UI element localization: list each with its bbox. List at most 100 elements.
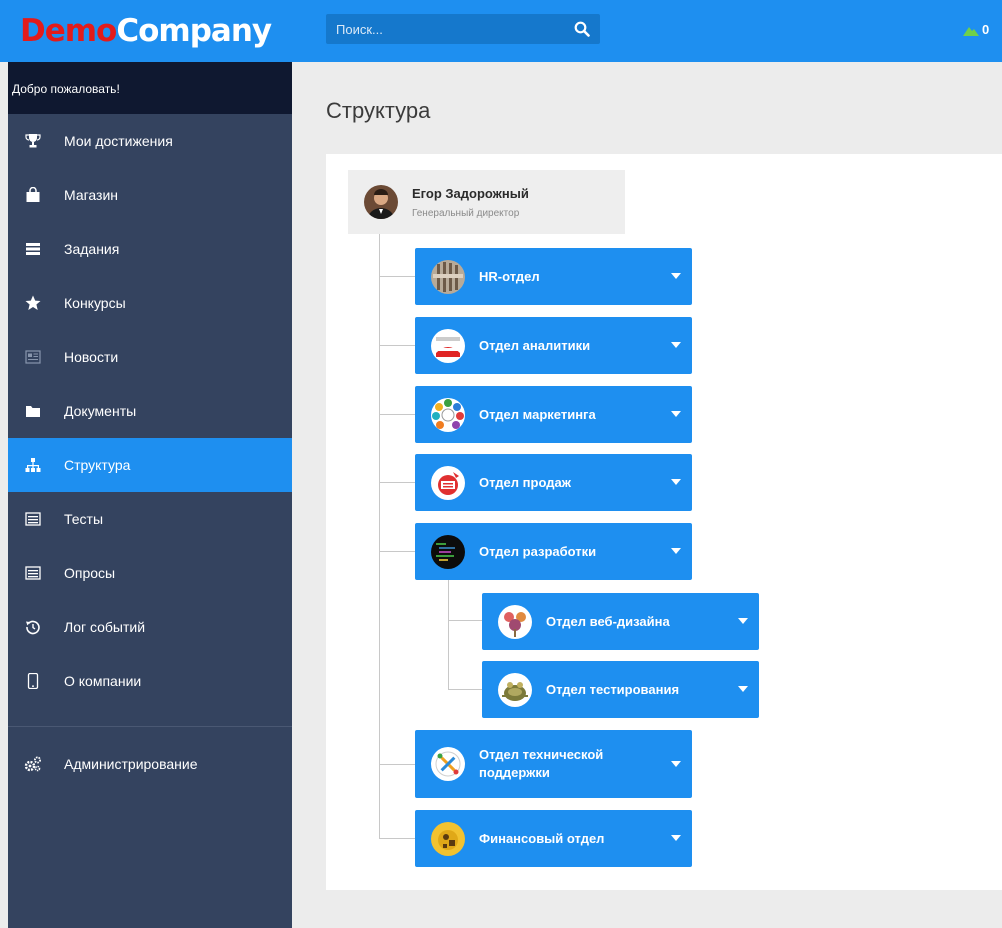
sidebar-item-polls[interactable]: Опросы <box>8 546 292 600</box>
page-title: Структура <box>326 98 431 123</box>
tasks-icon <box>24 240 42 258</box>
dept-marketing[interactable]: Отдел маркетинга <box>415 386 692 443</box>
avatar <box>498 673 532 707</box>
avatar <box>431 747 465 781</box>
sidebar-item-label: Опросы <box>64 565 116 581</box>
points-value: 0 <box>982 22 990 37</box>
chevron-down-icon[interactable] <box>670 340 682 350</box>
sidebar-item-label: О компании <box>64 673 142 689</box>
dept-label: Отдел веб-дизайна <box>546 613 670 629</box>
dept-label: Отдел разработки <box>479 543 597 559</box>
sidebar-item-label: Лог событий <box>64 619 146 635</box>
sidebar-item-label: Структура <box>64 457 131 473</box>
dept-hr[interactable]: HR-отдел <box>415 248 692 305</box>
dept-label: Отдел аналитики <box>479 337 591 353</box>
sidebar-item-documents[interactable]: Документы <box>8 384 292 438</box>
newspaper-icon <box>24 348 42 366</box>
search-input[interactable] <box>336 21 556 37</box>
points-counter[interactable]: 0 <box>963 22 989 37</box>
tree-line <box>379 234 380 838</box>
chevron-down-icon[interactable] <box>670 409 682 419</box>
sidebar-item-shop[interactable]: Магазин <box>8 168 292 222</box>
chevron-down-icon[interactable] <box>670 477 682 487</box>
chevron-down-icon[interactable] <box>670 833 682 843</box>
dept-label: Отдел маркетинга <box>479 406 596 422</box>
avatar <box>431 329 465 363</box>
dept-label: Отдел технической поддержки <box>479 747 604 780</box>
tree-line <box>379 276 415 277</box>
avatar <box>431 260 465 294</box>
ceo-card[interactable]: Егор Задорожный Генеральный директор <box>348 170 625 234</box>
tree-line <box>379 345 415 346</box>
avatar <box>431 535 465 569</box>
sidebar-item-label: Тесты <box>64 511 104 527</box>
avatar <box>364 185 398 219</box>
sidebar-item-structure[interactable]: Структура <box>8 438 292 492</box>
sidebar-item-label: Магазин <box>64 187 119 203</box>
tree-line <box>379 551 415 552</box>
avatar <box>431 466 465 500</box>
tree-line <box>379 482 415 483</box>
dept-tech-support[interactable]: Отдел технической поддержки <box>415 730 692 798</box>
list-icon <box>24 564 42 582</box>
dept-sales[interactable]: Отдел продаж <box>415 454 692 511</box>
chevron-down-icon[interactable] <box>737 684 749 694</box>
chevron-down-icon[interactable] <box>670 759 682 769</box>
history-icon <box>24 618 42 636</box>
dept-label: Финансовый отдел <box>479 830 605 846</box>
chevron-down-icon[interactable] <box>670 271 682 281</box>
dept-label: HR-отдел <box>479 268 540 284</box>
sidebar-item-label: Мои достижения <box>64 133 173 149</box>
ceo-name: Егор Задорожный <box>412 186 529 201</box>
chevron-down-icon[interactable] <box>670 546 682 556</box>
sidebar-divider <box>8 726 292 727</box>
sidebar-item-achievements[interactable]: Мои достижения <box>8 114 292 168</box>
sidebar-item-label: Задания <box>64 241 120 257</box>
avatar <box>498 605 532 639</box>
mountain-icon <box>963 26 979 36</box>
welcome-text: Добро пожаловать! <box>8 62 292 114</box>
sidebar-item-about[interactable]: О компании <box>8 654 292 708</box>
dept-label: Отдел продаж <box>479 474 571 490</box>
top-bar: DemoCompany 0 <box>0 0 1002 62</box>
tree-line <box>448 620 482 621</box>
list-icon <box>24 510 42 528</box>
dept-analytics[interactable]: Отдел аналитики <box>415 317 692 374</box>
shopping-bag-icon <box>24 186 42 204</box>
dept-finance[interactable]: Финансовый отдел <box>415 810 692 867</box>
phone-icon <box>24 672 42 690</box>
sidebar: Добро пожаловать! Мои достижения Магазин… <box>8 62 292 928</box>
ceo-role: Генеральный директор <box>412 208 520 219</box>
trophy-icon <box>24 132 42 150</box>
star-icon <box>24 294 42 312</box>
sidebar-item-label: Администрирование <box>64 756 198 772</box>
search-icon[interactable] <box>574 21 590 37</box>
chevron-down-icon[interactable] <box>737 616 749 626</box>
tree-line <box>379 838 415 839</box>
dept-development[interactable]: Отдел разработки <box>415 523 692 580</box>
sidebar-item-tasks[interactable]: Задания <box>8 222 292 276</box>
sidebar-item-event-log[interactable]: Лог событий <box>8 600 292 654</box>
avatar <box>431 398 465 432</box>
dept-testing[interactable]: Отдел тестирования <box>482 661 759 718</box>
tree-line <box>448 689 482 690</box>
gears-icon <box>24 755 42 773</box>
sidebar-item-label: Новости <box>64 349 119 365</box>
search-box <box>326 14 600 44</box>
dept-label: Отдел тестирования <box>546 681 680 697</box>
folder-icon <box>24 402 42 420</box>
sidebar-item-tests[interactable]: Тесты <box>8 492 292 546</box>
logo-company-text: Company <box>116 13 272 49</box>
sidebar-item-label: Конкурсы <box>64 295 126 311</box>
sidebar-item-label: Документы <box>64 403 137 419</box>
dept-web-design[interactable]: Отдел веб-дизайна <box>482 593 759 650</box>
sidebar-item-news[interactable]: Новости <box>8 330 292 384</box>
tree-line <box>448 580 449 689</box>
avatar <box>431 822 465 856</box>
sitemap-icon <box>24 456 42 474</box>
sidebar-item-contests[interactable]: Конкурсы <box>8 276 292 330</box>
logo-demo-text: Demo <box>20 13 117 49</box>
tree-line <box>379 414 415 415</box>
sidebar-item-administration[interactable]: Администрирование <box>8 737 292 791</box>
logo[interactable]: DemoCompany <box>8 0 292 62</box>
